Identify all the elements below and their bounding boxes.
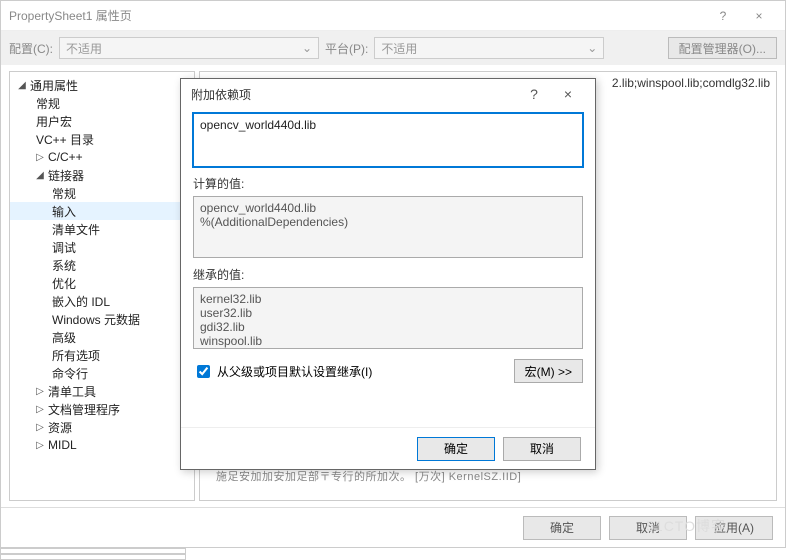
tree-item[interactable]: 系统 [10,256,194,274]
dialog-body: 计算的值: 继承的值: 从父级或项目默认设置继承(I) 宏(M) >> [181,109,595,427]
config-combo[interactable]: 不适用 ⌄ [59,37,319,59]
close-icon[interactable]: × [741,9,777,23]
arrow-right-icon: ▷ [34,404,46,415]
inherit-text: 从父级或项目默认设置继承(I) [217,363,372,380]
arrow-down-icon: ◢ [34,170,46,181]
dialog-cancel-button[interactable]: 取消 [503,437,581,461]
chevron-down-icon: ⌄ [302,41,312,55]
arrow-right-icon: ▷ [34,422,46,433]
inherit-row: 从父级或项目默认设置继承(I) 宏(M) >> [193,359,583,383]
tree-item[interactable]: 用户宏 [10,112,194,130]
tree-item[interactable]: VC++ 目录 [10,130,194,148]
close-icon[interactable]: × [551,86,585,102]
hint-text: 施足安加加安加足部〒专行的所加次。 [万次] KernelSZ.IID] [216,468,521,484]
dialog-titlebar: 附加依赖项 ? × [181,79,595,109]
tree-item-input[interactable]: 输入 [10,202,194,220]
macros-button[interactable]: 宏(M) >> [514,359,583,383]
tree-item[interactable]: 优化 [10,274,194,292]
chevron-down-icon: ⌄ [587,41,597,55]
arrow-right-icon: ▷ [34,152,46,163]
config-value: 不适用 [66,40,102,57]
tree-item[interactable]: 常规 [10,184,194,202]
arrow-right-icon: ▷ [34,386,46,397]
tree-item[interactable]: 嵌入的 IDL [10,292,194,310]
platform-value: 不适用 [381,40,417,57]
tree-item[interactable]: ▷文档管理程序 [10,400,194,418]
arrow-right-icon: ▷ [34,440,46,451]
ok-button[interactable]: 确定 [523,516,601,540]
tree-item[interactable]: ▷MIDL [10,436,194,454]
tree-item[interactable]: 常规 [10,94,194,112]
config-label: 配置(C): [9,40,53,57]
tree-root[interactable]: ◢通用属性 [10,76,194,94]
platform-label: 平台(P): [325,40,368,57]
tree-item[interactable]: 高级 [10,328,194,346]
inherit-checkbox-label[interactable]: 从父级或项目默认设置继承(I) [193,362,506,381]
inherit-checkbox[interactable] [197,365,210,378]
tree-item[interactable]: 所有选项 [10,346,194,364]
tree-item-linker[interactable]: ◢链接器 [10,166,194,184]
tree-item[interactable]: Windows 元数据 [10,310,194,328]
tree-item[interactable]: ▷资源 [10,418,194,436]
tree-item-cc[interactable]: ▷C/C++ [10,148,194,166]
additional-dependencies-dialog: 附加依赖项 ? × 计算的值: 继承的值: 从父级或项目默认设置继承(I) 宏(… [180,78,596,470]
calculated-label: 计算的值: [193,175,583,192]
tree-item[interactable]: 调试 [10,238,194,256]
highlight-box [0,554,186,560]
help-icon[interactable]: ? [705,9,741,23]
inherited-label: 继承的值: [193,266,583,283]
dialog-footer: 确定 取消 [181,427,595,469]
platform-combo[interactable]: 不适用 ⌄ [374,37,604,59]
toolbar: 配置(C): 不适用 ⌄ 平台(P): 不适用 ⌄ 配置管理器(O)... [1,31,785,65]
dependency-path-overflow: 2.lib;winspool.lib;comdlg32.lib [612,76,770,90]
dialog-title: 附加依赖项 [191,86,517,103]
dialog-ok-button[interactable]: 确定 [417,437,495,461]
tree-item[interactable]: 命令行 [10,364,194,382]
config-manager-button[interactable]: 配置管理器(O)... [668,37,777,59]
tree-item[interactable]: 清单文件 [10,220,194,238]
inherited-values [193,287,583,349]
watermark: 51CTO博客 [646,516,726,536]
window-title: PropertySheet1 属性页 [9,7,705,24]
dependencies-input[interactable] [193,113,583,167]
calculated-values [193,196,583,258]
arrow-down-icon: ◢ [16,80,28,91]
titlebar: PropertySheet1 属性页 ? × [1,1,785,31]
help-icon[interactable]: ? [517,86,551,102]
tree-item[interactable]: ▷清单工具 [10,382,194,400]
tree[interactable]: ◢通用属性 常规 用户宏 VC++ 目录 ▷C/C++ ◢链接器 常规 输入 清… [9,71,195,501]
